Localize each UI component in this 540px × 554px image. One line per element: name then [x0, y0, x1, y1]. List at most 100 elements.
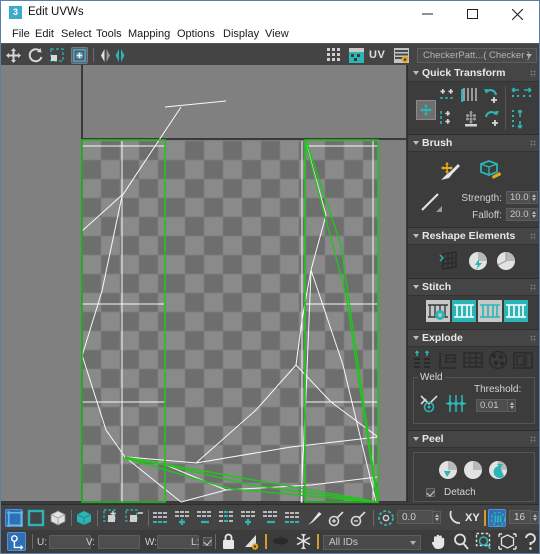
brush-options-icon[interactable]: [418, 190, 444, 216]
menu-display[interactable]: Display: [220, 27, 262, 41]
detach-edge-verts-icon[interactable]: [437, 350, 461, 372]
menu-file[interactable]: File: [9, 27, 33, 41]
hide-icon[interactable]: [271, 532, 290, 551]
grid-snap-input[interactable]: 16: [509, 510, 531, 524]
rotate-tool[interactable]: [27, 47, 44, 64]
rotate-cw-90-icon[interactable]: [482, 109, 502, 129]
subobject-vertex-icon[interactable]: [5, 509, 23, 527]
stitch-diagonal-icon[interactable]: [478, 300, 502, 322]
paint-move-brush-icon[interactable]: [438, 158, 464, 184]
zoom-extents-selected-icon[interactable]: [521, 532, 539, 551]
ring-uv-shrink-icon[interactable]: [262, 509, 280, 527]
threshold-input[interactable]: 0.01: [476, 399, 508, 412]
stitch-selected-icon[interactable]: [504, 300, 528, 322]
quick-peel-icon[interactable]: [461, 458, 485, 482]
paint-select-dec-icon[interactable]: [350, 509, 368, 527]
absolute-relative-icon[interactable]: [377, 509, 395, 527]
break-by-material-icon[interactable]: [487, 350, 511, 372]
space-horizontal-icon[interactable]: [510, 86, 532, 106]
zoom-extents-icon[interactable]: [498, 532, 517, 551]
rollout-header-stitch[interactable]: Stitch: [408, 279, 539, 296]
loop-uv-grow-icon[interactable]: [174, 509, 192, 527]
freeze-icon[interactable]: [294, 532, 313, 551]
paint-select-icon[interactable]: [306, 509, 324, 527]
rollout-header-reshape-elements[interactable]: Reshape Elements: [408, 228, 539, 245]
lock-checkbox[interactable]: [203, 537, 212, 546]
zoom-region-icon[interactable]: [475, 532, 494, 551]
loop-uv-icon[interactable]: [152, 509, 170, 527]
arc-icon[interactable]: [447, 509, 465, 527]
scale-tool[interactable]: [49, 47, 66, 64]
menu-options[interactable]: Options: [174, 27, 218, 41]
weld-selected-icon[interactable]: [444, 392, 468, 416]
break-icon[interactable]: [412, 350, 436, 372]
v-field[interactable]: [98, 535, 140, 549]
transform-lock-icon[interactable]: [7, 532, 26, 551]
filter-selected-faces-icon[interactable]: [242, 532, 261, 551]
threshold-spinner[interactable]: [507, 399, 516, 412]
rollout-header-brush[interactable]: Brush: [408, 135, 539, 152]
grow-selection-icon[interactable]: [103, 509, 121, 527]
grid-snap-icon[interactable]: [488, 509, 506, 527]
id-dropdown[interactable]: All IDs: [323, 535, 421, 550]
align-horizontal-icon[interactable]: [438, 86, 458, 106]
menu-tools[interactable]: Tools: [93, 27, 125, 41]
align-vertical-icon[interactable]: [460, 86, 480, 106]
show-map-icon[interactable]: [348, 47, 365, 64]
material-dropdown[interactable]: CheckerPatt...( Checker ): [417, 48, 537, 63]
shrink-selection-icon[interactable]: [125, 509, 143, 527]
target-weld-icon[interactable]: [418, 392, 442, 416]
flip-tool[interactable]: [111, 47, 128, 64]
strength-spinner[interactable]: [529, 191, 538, 204]
lock-selection-icon[interactable]: [219, 532, 238, 551]
ring-uv-alt-icon[interactable]: [284, 509, 302, 527]
align-element-icon[interactable]: [461, 109, 481, 129]
quick-align-icon[interactable]: [416, 100, 436, 120]
grid-snap-spinner[interactable]: [530, 511, 539, 524]
subobject-face-icon[interactable]: [49, 509, 67, 527]
rollout-header-explode[interactable]: Explode: [408, 330, 539, 347]
relax-tool-icon[interactable]: [438, 249, 462, 273]
detach-checkbox[interactable]: [426, 488, 435, 497]
peel-mode-icon[interactable]: [436, 458, 460, 482]
break-by-element-icon[interactable]: [512, 350, 536, 372]
loop-uv-shrink-icon[interactable]: [196, 509, 214, 527]
stitch-dialog-icon[interactable]: [426, 300, 450, 322]
pack-normalize-icon[interactable]: [466, 249, 490, 273]
close-button[interactable]: [496, 1, 539, 25]
subobject-edge-icon[interactable]: [27, 509, 45, 527]
rotate-angle-spinner[interactable]: [432, 511, 441, 524]
menu-view[interactable]: View: [262, 27, 292, 41]
rotate-angle-input[interactable]: 0.0: [397, 510, 433, 524]
stitch-custom-icon[interactable]: [452, 300, 476, 322]
pan-icon[interactable]: [429, 532, 448, 551]
menu-select[interactable]: Select: [58, 27, 95, 41]
menu-edit[interactable]: Edit: [32, 27, 57, 41]
zoom-icon[interactable]: [452, 532, 471, 551]
paint-select-inc-icon[interactable]: [328, 509, 346, 527]
space-vertical-icon[interactable]: [510, 108, 530, 129]
falloff-input[interactable]: 20.0: [506, 208, 530, 221]
rotate-ccw-90-icon[interactable]: [482, 86, 502, 106]
u-field[interactable]: [49, 535, 91, 549]
maximize-button[interactable]: [451, 1, 496, 25]
ring-uv-icon[interactable]: [218, 509, 236, 527]
align-to-edge-icon[interactable]: [438, 109, 458, 129]
strength-input[interactable]: 10.0: [506, 191, 530, 204]
ring-uv-grow-icon[interactable]: [240, 509, 258, 527]
menu-mapping[interactable]: Mapping: [125, 27, 173, 41]
rollout-header-quick-transform[interactable]: Quick Transform: [408, 65, 539, 82]
freeform-mode-tool[interactable]: [71, 47, 88, 64]
break-by-face-icon[interactable]: [462, 350, 486, 372]
uv-canvas[interactable]: [1, 65, 406, 503]
subobject-element-icon[interactable]: [75, 509, 93, 527]
rescale-elements-icon[interactable]: [494, 249, 518, 273]
minimize-button[interactable]: [406, 1, 451, 25]
rollout-header-peel[interactable]: Peel: [408, 431, 539, 448]
falloff-spinner[interactable]: [529, 208, 538, 221]
move-tool[interactable]: [5, 47, 22, 64]
show-grid-icon[interactable]: [326, 47, 343, 64]
pelt-map-icon[interactable]: [486, 458, 510, 482]
relax-brush-icon[interactable]: [478, 158, 504, 184]
uv-options-icon[interactable]: [393, 47, 410, 64]
